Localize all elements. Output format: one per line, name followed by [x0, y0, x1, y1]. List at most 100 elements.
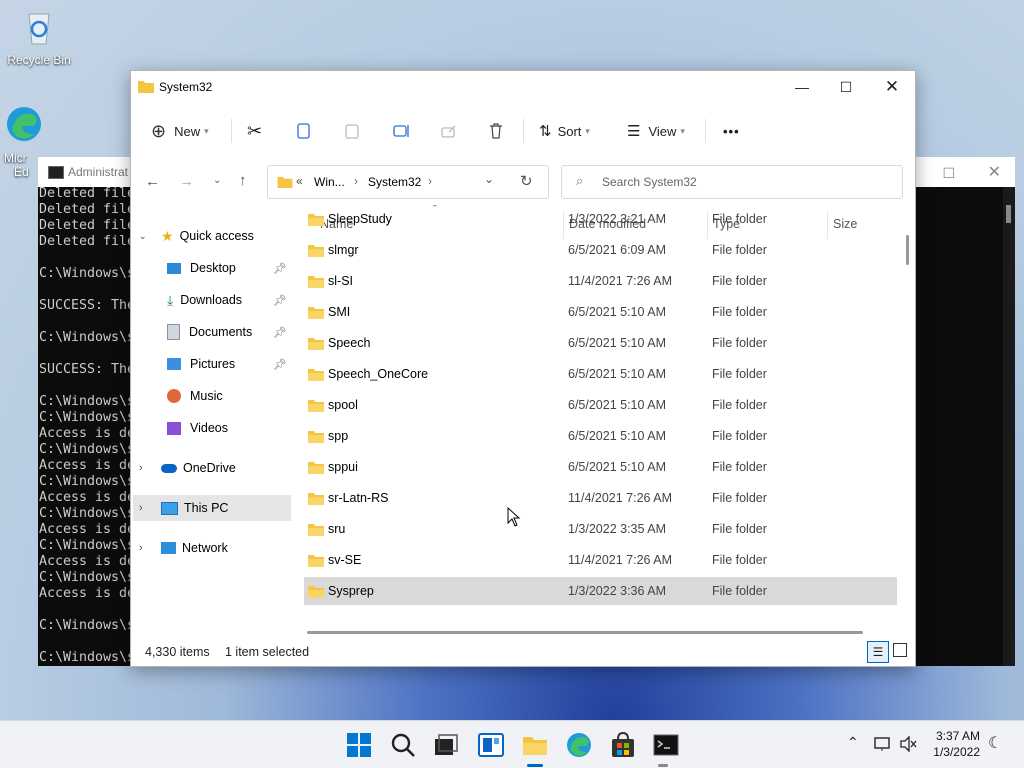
- delete-button[interactable]: [489, 117, 503, 145]
- view-button[interactable]: ☰ View ▾: [627, 117, 685, 145]
- file-row[interactable]: Sysprep 1/3/2022 3:36 AM File folder: [304, 577, 897, 605]
- folder-icon: [308, 431, 324, 443]
- plus-circle-icon: ⊕: [151, 120, 167, 141]
- file-name: sppui: [328, 460, 358, 474]
- nav-this-pc[interactable]: › This PC: [133, 495, 293, 521]
- clock[interactable]: 3:37 AM 1/3/2022: [933, 728, 980, 760]
- nav-item-downloads[interactable]: ⤓ Downloads 📌︎: [167, 287, 291, 313]
- file-explorer-window[interactable]: System32 — ☐ ✕ ⊕ New ▾ ✂ ⇅ Sort ▾ ☰ View…: [130, 70, 916, 667]
- file-name: Speech: [328, 336, 371, 350]
- folder-icon: [308, 369, 324, 381]
- cmd-maximize-button[interactable]: ☐: [942, 165, 955, 182]
- cut-button[interactable]: ✂: [247, 117, 262, 145]
- file-row[interactable]: sppui 6/5/2021 5:10 AM File folder: [304, 453, 897, 481]
- recent-locations-button[interactable]: ⌄: [213, 175, 221, 186]
- cmd-scrollbar[interactable]: [1003, 187, 1015, 666]
- address-dropdown-button[interactable]: ⌄: [484, 172, 494, 186]
- up-button[interactable]: ↑: [239, 172, 247, 189]
- breadcrumb-separator: ›: [428, 174, 432, 188]
- nav-item-pictures[interactable]: Pictures 📌︎: [167, 351, 291, 377]
- nav-network[interactable]: › Network: [139, 535, 289, 561]
- file-row[interactable]: spp 6/5/2021 5:10 AM File folder: [304, 422, 897, 450]
- navigation-pane: ⌄ ★ Quick access Desktop 📌︎ ⤓ Downloads …: [131, 205, 293, 630]
- nav-item-label: Videos: [190, 421, 228, 435]
- task-view-icon[interactable]: [432, 731, 460, 759]
- more-options-button[interactable]: •••: [723, 117, 740, 145]
- nav-item-music[interactable]: Music: [167, 383, 291, 409]
- breadcrumb-windows[interactable]: Win...: [314, 175, 345, 189]
- rename-button[interactable]: [393, 117, 411, 145]
- file-date: 6/5/2021 5:10 AM: [568, 398, 666, 412]
- explorer-title-bar[interactable]: System32 — ☐ ✕: [131, 71, 915, 103]
- large-icons-view-button[interactable]: [893, 643, 907, 657]
- close-button[interactable]: ✕: [869, 71, 915, 103]
- breadcrumb-overflow[interactable]: «: [296, 174, 303, 188]
- file-row[interactable]: SMI 6/5/2021 5:10 AM File folder: [304, 298, 897, 326]
- file-row[interactable]: sru 1/3/2022 3:35 AM File folder: [304, 515, 897, 543]
- nav-item-desktop[interactable]: Desktop 📌︎: [167, 255, 291, 281]
- file-row[interactable]: Speech_OneCore 6/5/2021 5:10 AM File folde…: [304, 360, 897, 388]
- folder-icon: [308, 276, 324, 288]
- file-row[interactable]: spool 6/5/2021 5:10 AM File folder: [304, 391, 897, 419]
- folder-icon: [308, 214, 324, 226]
- folder-icon: [308, 338, 324, 350]
- pin-icon: 📌︎: [273, 326, 287, 339]
- file-row[interactable]: slmgr 6/5/2021 6:09 AM File folder: [304, 236, 897, 264]
- search-input[interactable]: Search System32: [602, 175, 697, 189]
- file-type: File folder: [712, 429, 767, 443]
- back-button[interactable]: ←: [145, 173, 160, 190]
- file-name: spool: [328, 398, 358, 412]
- file-type: File folder: [712, 212, 767, 226]
- file-row[interactable]: Speech 6/5/2021 5:10 AM File folder: [304, 329, 897, 357]
- network-tray-icon[interactable]: [874, 736, 892, 752]
- recycle-bin-shortcut[interactable]: Recycle Bin: [4, 6, 74, 67]
- selection-count: 1 item selected: [225, 645, 310, 659]
- notifications-icon[interactable]: ☾: [988, 733, 1002, 753]
- vertical-scrollbar[interactable]: [906, 235, 909, 265]
- horizontal-scrollbar[interactable]: [307, 631, 863, 634]
- file-row[interactable]: sv-SE 11/4/2021 7:26 AM File folder: [304, 546, 897, 574]
- clock-time: 3:37 AM: [935, 729, 980, 743]
- chevron-down-icon: ▾: [204, 125, 209, 136]
- details-view-button[interactable]: ☰: [867, 641, 889, 663]
- paste-button[interactable]: [345, 117, 359, 145]
- cmd-close-button[interactable]: ✕: [988, 162, 1001, 182]
- chevron-up-icon[interactable]: ⌃: [847, 734, 859, 751]
- file-row[interactable]: sl-SI 11/4/2021 7:26 AM File folder: [304, 267, 897, 295]
- file-explorer-taskbar-icon[interactable]: [521, 731, 549, 759]
- store-icon[interactable]: [609, 731, 637, 759]
- widgets-icon[interactable]: [477, 731, 505, 759]
- file-row[interactable]: SleepStudy 1/3/2022 3:21 AM File folder: [304, 205, 897, 233]
- pictures-icon: [167, 358, 181, 370]
- forward-button[interactable]: →: [179, 173, 194, 190]
- cmd-title: Administrat: [68, 165, 129, 179]
- file-date: 6/5/2021 5:10 AM: [568, 460, 666, 474]
- nav-onedrive[interactable]: › OneDrive: [139, 455, 289, 481]
- file-name: sru: [328, 522, 346, 536]
- search-box[interactable]: ⌕ Search System32: [561, 165, 903, 199]
- refresh-button[interactable]: ↻: [520, 172, 533, 190]
- search-icon[interactable]: [389, 731, 417, 759]
- file-name: sl-SI: [328, 274, 353, 288]
- address-bar[interactable]: « Win... › System32 › ⌄ ↻: [267, 165, 549, 199]
- terminal-taskbar-icon[interactable]: [652, 731, 680, 759]
- nav-item-label: Network: [182, 541, 228, 555]
- minimize-button[interactable]: —: [779, 71, 825, 103]
- maximize-button[interactable]: ☐: [823, 71, 869, 103]
- copy-button[interactable]: [297, 117, 311, 145]
- edge-taskbar-icon[interactable]: [565, 731, 593, 759]
- nav-item-documents[interactable]: Documents 📌︎: [167, 319, 291, 345]
- nav-item-videos[interactable]: Videos: [167, 415, 291, 441]
- share-button[interactable]: [441, 117, 457, 145]
- file-list[interactable]: ⌃ Name Date modified Type Size SleepStud…: [291, 205, 915, 630]
- nav-quick-access[interactable]: ⌄ ★ Quick access: [139, 223, 289, 249]
- desktop-icon: [167, 262, 181, 274]
- new-button[interactable]: ⊕ New ▾: [151, 117, 209, 145]
- sort-button[interactable]: ⇅ Sort ▾: [539, 117, 590, 145]
- search-icon: ⌕: [576, 173, 584, 188]
- breadcrumb-system32[interactable]: System32: [368, 175, 421, 189]
- file-row[interactable]: sr-Latn-RS 11/4/2021 7:26 AM File folder: [304, 484, 897, 512]
- volume-muted-icon[interactable]: [900, 736, 918, 752]
- start-button[interactable]: [345, 731, 373, 759]
- file-type: File folder: [712, 274, 767, 288]
